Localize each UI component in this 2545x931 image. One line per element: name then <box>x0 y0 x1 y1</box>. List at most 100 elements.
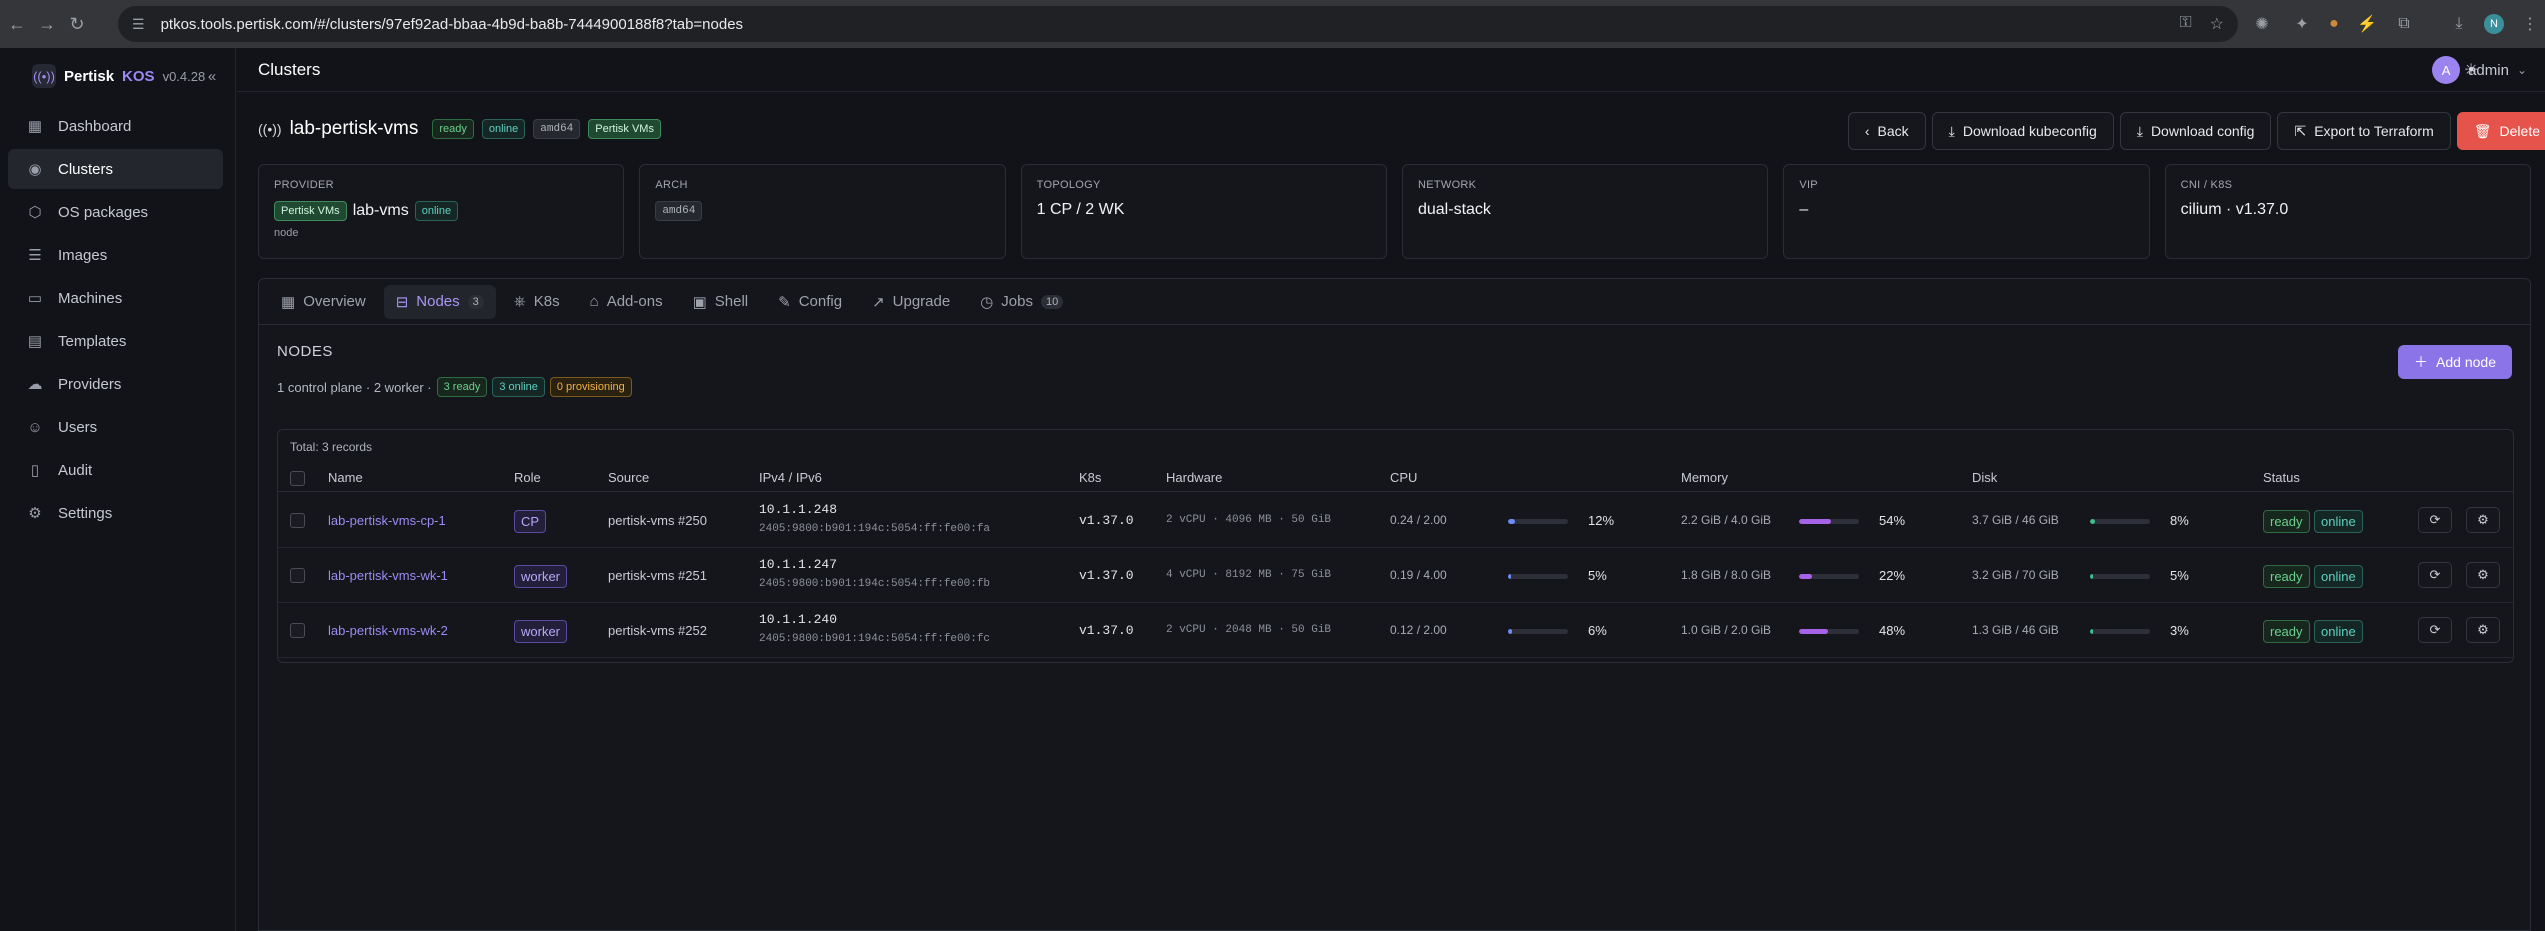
refresh-icon[interactable]: ⟳ <box>2418 507 2452 533</box>
sidebar-item-images[interactable]: ☰ Images <box>8 235 223 275</box>
users-icon: ☺ <box>27 418 43 436</box>
extension-cookie-icon[interactable]: ● <box>2322 12 2346 36</box>
extension-gear-icon[interactable]: ✺ <box>2250 12 2274 36</box>
column-header[interactable]: CPU <box>1390 470 1417 485</box>
table-row[interactable]: lab-pertisk-vms-wk-2 worker pertisk-vms … <box>278 603 2513 658</box>
sidebar-item-label: Machines <box>58 289 123 307</box>
tab-k8s[interactable]: ⎈ K8s <box>502 285 572 319</box>
topology-card: TOPOLOGY 1 CP / 2 WK <box>1020 164 1387 259</box>
grid-icon: ▦ <box>27 118 43 135</box>
select-all-checkbox[interactable] <box>290 471 305 486</box>
sidebar-item-audit[interactable]: ▯ Audit <box>8 450 223 490</box>
user-name: admin <box>2468 61 2509 79</box>
status-badge: ready <box>2263 565 2310 588</box>
plus-icon: ＋ <box>2414 354 2429 370</box>
hardware-text: 2 vCPU · 4096 MB · 50 GiB <box>1166 514 1332 526</box>
brand[interactable]: ((•)) Pertisk KOS v0.4.28 <box>32 58 205 94</box>
tab-addons[interactable]: ⌂ Add-ons <box>578 285 675 319</box>
browser-toolbar: ← → ↻ ☰ ptkos.tools.pertisk.com/#/cluste… <box>0 0 2545 48</box>
gear-icon[interactable]: ⚙ <box>2466 617 2500 643</box>
row-checkbox[interactable] <box>290 568 305 583</box>
user-menu[interactable]: A admin ⌄ <box>2432 56 2527 84</box>
sidebar-item-users[interactable]: ☺ Users <box>8 407 223 447</box>
column-header[interactable]: Disk <box>1972 470 1997 485</box>
sidebar-item-label: Users <box>58 418 98 436</box>
extension-bolt-icon[interactable]: ⚡ <box>2355 12 2379 36</box>
sidebar-item-os-packages[interactable]: ⬡ OS packages <box>8 192 223 232</box>
row-checkbox[interactable] <box>290 623 305 638</box>
back-arrow-icon[interactable]: ← <box>4 11 30 37</box>
site-info-icon[interactable]: ☰ <box>132 16 145 33</box>
export-terraform-button[interactable]: ⇱ Export to Terraform <box>2277 112 2451 150</box>
extensions-puzzle-icon[interactable]: ⧉ <box>2392 12 2416 36</box>
node-name-link[interactable]: lab-pertisk-vms-wk-1 <box>328 568 448 583</box>
forward-arrow-icon[interactable]: → <box>34 11 60 37</box>
refresh-icon[interactable]: ⟳ <box>2418 562 2452 588</box>
cpu-usage-text: 0.19 / 4.00 <box>1390 568 1447 582</box>
node-name-link[interactable]: lab-pertisk-vms-wk-2 <box>328 623 448 638</box>
profile-avatar[interactable]: N <box>2484 14 2504 34</box>
tab-jobs[interactable]: ◷ Jobs 10 <box>968 285 1075 319</box>
sidebar-item-label: Templates <box>58 332 127 350</box>
bookmark-star-icon[interactable]: ☆ <box>2210 14 2224 34</box>
tab-config[interactable]: ✎ Config <box>766 285 854 319</box>
sidebar-item-providers[interactable]: ☁ Providers <box>8 364 223 404</box>
back-button[interactable]: ‹ Back <box>1847 112 1926 150</box>
gear-icon[interactable]: ⚙ <box>2466 507 2500 533</box>
tab-nodes[interactable]: ⊟ Nodes 3 <box>383 284 496 319</box>
k8s-icon: ⎈ <box>513 293 526 310</box>
download-icon[interactable]: ⤓ <box>2447 12 2471 36</box>
row-checkbox[interactable] <box>290 513 305 528</box>
column-header[interactable]: Status <box>2263 470 2300 485</box>
sidebar-item-templates[interactable]: ▤ Templates <box>8 321 223 361</box>
key-icon[interactable]: ⚿ <box>2179 14 2191 34</box>
ipv6-text: 2405:9800:b901:194c:5054:ff:fe00:fc <box>759 633 991 645</box>
gear-icon[interactable]: ⚙ <box>2466 562 2500 588</box>
pencil-icon: ✎ <box>778 293 791 311</box>
provider-badge: Pertisk VMs <box>588 119 661 139</box>
table-row[interactable]: lab-pertisk-vms-wk-1 worker pertisk-vms … <box>278 548 2513 603</box>
table-row[interactable]: lab-pertisk-vms-cp-1 CP pertisk-vms #250… <box>278 493 2513 548</box>
column-header[interactable]: Source <box>608 470 649 485</box>
download-config-button[interactable]: ⤓ Download config <box>2119 112 2272 150</box>
column-header[interactable]: K8s <box>1079 470 1101 485</box>
column-header[interactable]: Role <box>514 470 541 485</box>
sidebar-item-settings[interactable]: ⚙ Settings <box>8 493 223 533</box>
add-node-button[interactable]: ＋ Add node <box>2398 345 2512 379</box>
tab-overview[interactable]: ▦ Overview <box>269 285 378 319</box>
memory-usage-bar <box>1799 574 1859 579</box>
role-badge: worker <box>514 620 568 643</box>
column-header[interactable]: Name <box>328 470 363 485</box>
sidebar-nav: ▦ Dashboard ◉ Clusters ⬡ OS packages ☰ Image… <box>8 106 223 536</box>
online-count-badge: 3 online <box>492 377 545 397</box>
tab-shell[interactable]: ▣ Shell <box>681 285 761 319</box>
url-text[interactable]: ptkos.tools.pertisk.com/#/clusters/97ef9… <box>161 16 744 33</box>
sidebar-item-machines[interactable]: ▭ Machines <box>8 278 223 318</box>
card-value: dual-stack <box>1417 201 1491 218</box>
column-header[interactable]: Memory <box>1681 470 1728 485</box>
sidebar-item-dashboard[interactable]: ▦ Dashboard <box>8 106 223 146</box>
sidebar-item-label: Clusters <box>58 160 114 178</box>
menu-kebab-icon[interactable]: ⋮ <box>2518 12 2542 36</box>
status-badge: online <box>481 119 526 139</box>
clock-icon: ◷ <box>980 293 994 311</box>
sidebar-item-clusters[interactable]: ◉ Clusters <box>8 149 223 189</box>
tab-upgrade[interactable]: ↗ Upgrade <box>860 285 962 319</box>
download-kubeconfig-button[interactable]: ⤓ Download kubeconfig <box>1931 112 2114 150</box>
reload-icon[interactable]: ↻ <box>64 11 90 37</box>
refresh-icon[interactable]: ⟳ <box>2418 617 2452 643</box>
extension-badge-icon[interactable]: ✦ <box>2290 12 2314 36</box>
delete-button[interactable]: 🗑 Delete <box>2456 112 2545 150</box>
cpu-usage-text: 0.24 / 2.00 <box>1390 513 1447 527</box>
collapse-sidebar-icon[interactable]: « <box>200 64 224 88</box>
status-badge: ready <box>2263 510 2310 533</box>
sidebar-item-label: Settings <box>58 504 113 522</box>
address-bar[interactable]: ☰ ptkos.tools.pertisk.com/#/clusters/97e… <box>118 6 2238 42</box>
column-header[interactable]: Hardware <box>1166 470 1222 485</box>
memory-usage-text: 2.2 GiB / 4.0 GiB <box>1681 513 1772 527</box>
column-header[interactable]: IPv4 / IPv6 <box>759 470 822 485</box>
ip-cell: 10.1.1.240 2405:9800:b901:194c:5054:ff:f… <box>759 612 990 645</box>
back-label: Back <box>1877 123 1909 139</box>
node-name-link[interactable]: lab-pertisk-vms-cp-1 <box>328 513 446 528</box>
total-records: Total: 3 records <box>290 440 373 454</box>
